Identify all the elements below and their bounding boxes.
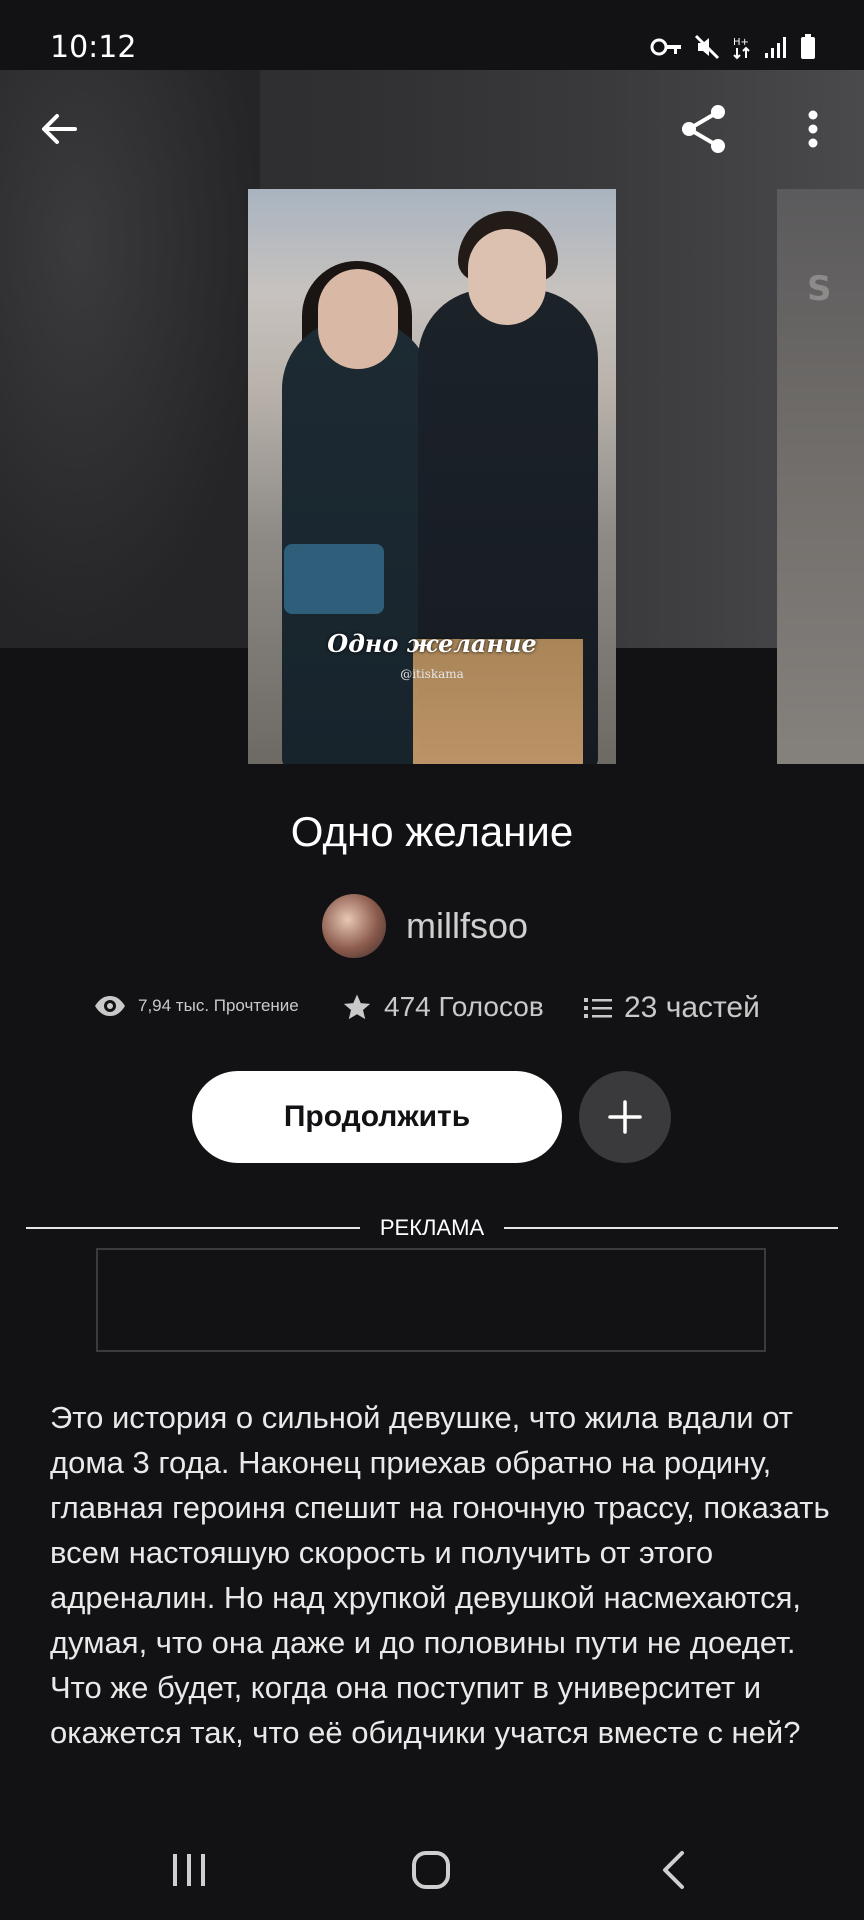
status-bar: 10:12 H+ bbox=[0, 0, 864, 70]
status-time: 10:12 bbox=[50, 30, 137, 65]
mute-icon bbox=[694, 34, 720, 60]
top-bar bbox=[0, 70, 864, 188]
next-cover-text: S bbox=[807, 269, 832, 309]
cover-credit: @itiskama bbox=[400, 667, 464, 681]
signal-icon bbox=[765, 37, 786, 58]
more-vertical-icon bbox=[808, 110, 818, 148]
recent-apps-button[interactable] bbox=[129, 1820, 249, 1920]
ad-banner[interactable] bbox=[96, 1248, 766, 1352]
reads-count: 7,94 тыс. Прочтение bbox=[138, 996, 299, 1015]
recent-apps-icon bbox=[173, 1854, 205, 1886]
home-button[interactable] bbox=[371, 1820, 491, 1920]
story-description: Это история о сильной девушке, что жила … bbox=[50, 1400, 830, 1750]
continue-reading-button[interactable]: Продолжить bbox=[192, 1071, 562, 1163]
data-icon: H+ bbox=[733, 37, 750, 60]
status-icons: H+ bbox=[650, 34, 816, 60]
system-nav-bar bbox=[0, 1820, 864, 1920]
star-icon bbox=[343, 994, 371, 1020]
stat-parts[interactable]: 23 частей bbox=[584, 991, 760, 1025]
battery-icon bbox=[801, 34, 815, 59]
share-button[interactable] bbox=[669, 94, 739, 164]
author-name: millfsoo bbox=[406, 905, 529, 946]
cover-title: Одно желание bbox=[327, 629, 537, 658]
list-icon bbox=[584, 998, 612, 1018]
parts-count: 23 частей bbox=[624, 991, 760, 1024]
share-icon bbox=[682, 105, 725, 153]
ad-label: РЕКЛАМА bbox=[379, 1215, 485, 1240]
key-icon bbox=[650, 38, 681, 56]
story-stats: 7,94 тыс. Прочтение 474 Голосов 23 часте… bbox=[0, 991, 864, 1040]
home-icon bbox=[412, 1851, 450, 1889]
plus-icon bbox=[608, 1100, 642, 1134]
votes-count: 474 Голосов bbox=[384, 991, 544, 1022]
system-back-button[interactable] bbox=[613, 1820, 733, 1920]
back-button[interactable] bbox=[24, 94, 94, 164]
next-story-cover[interactable]: S bbox=[777, 189, 864, 764]
eye-icon bbox=[95, 996, 125, 1016]
add-to-library-button[interactable] bbox=[579, 1071, 671, 1163]
author-link[interactable]: millfsoo bbox=[322, 894, 528, 958]
stat-votes: 474 Голосов bbox=[342, 991, 544, 1023]
chevron-left-icon bbox=[663, 1851, 684, 1889]
story-title: Одно желание bbox=[290, 808, 574, 855]
avatar bbox=[322, 894, 386, 958]
svg-text:H+: H+ bbox=[733, 37, 749, 48]
stat-reads: 7,94 тыс. Прочтение bbox=[94, 995, 299, 1017]
story-cover[interactable]: Одно желание @itiskama bbox=[248, 189, 616, 764]
continue-label: Продолжить bbox=[283, 1100, 471, 1133]
back-arrow-icon bbox=[42, 114, 77, 144]
more-options-button[interactable] bbox=[778, 94, 848, 164]
